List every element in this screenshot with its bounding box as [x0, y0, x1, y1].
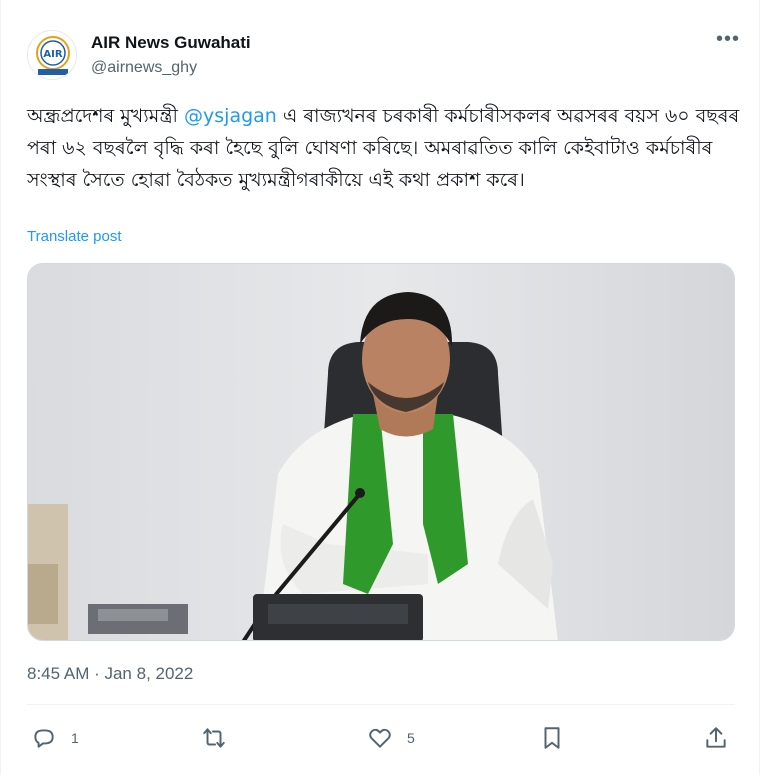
- bookmark-button[interactable]: [539, 720, 565, 756]
- tweet-text-part-1: অন্ধ্রপ্রদেশৰ মুখ্যমন্ত্ৰী: [27, 105, 185, 127]
- more-options-button[interactable]: •••: [713, 28, 743, 54]
- reply-count: 1: [71, 730, 79, 746]
- reply-icon: [34, 729, 54, 748]
- avatar-logo-text: AIR: [43, 49, 62, 60]
- share-icon: [706, 727, 726, 748]
- tweet-header: AIR AIR News Guwahati @airnews_ghy •••: [27, 28, 747, 82]
- tweet-actions-bar: 1 5: [27, 720, 735, 756]
- heart-icon: [369, 728, 391, 748]
- mention-link[interactable]: @ysjagan: [184, 105, 277, 127]
- display-name[interactable]: AIR News Guwahati: [91, 32, 251, 54]
- like-button[interactable]: 5: [367, 720, 415, 756]
- more-icon: •••: [715, 28, 740, 50]
- like-count: 5: [407, 730, 415, 746]
- tweet-timestamp[interactable]: 8:45 AM · Jan 8, 2022: [27, 664, 193, 684]
- tweet-card: AIR AIR News Guwahati @airnews_ghy ••• অ…: [0, 0, 760, 775]
- share-button[interactable]: [703, 720, 729, 756]
- bookmark-icon: [544, 727, 560, 749]
- photo-image: [28, 264, 734, 640]
- tweet-media-photo[interactable]: [27, 263, 735, 641]
- avatar[interactable]: AIR: [27, 30, 77, 80]
- tweet-text: অন্ধ্রপ্রদেশৰ মুখ্যমন্ত্ৰী @ysjagan এ ৰা…: [27, 100, 747, 196]
- user-handle[interactable]: @airnews_ghy: [91, 56, 251, 80]
- translate-post-link[interactable]: Translate post: [27, 228, 122, 245]
- author-names: AIR News Guwahati @airnews_ghy: [91, 32, 251, 80]
- retweet-icon: [203, 728, 225, 748]
- divider: [27, 704, 735, 705]
- air-logo-icon: AIR: [28, 31, 76, 79]
- reply-button[interactable]: 1: [31, 720, 79, 756]
- retweet-button[interactable]: [201, 720, 241, 756]
